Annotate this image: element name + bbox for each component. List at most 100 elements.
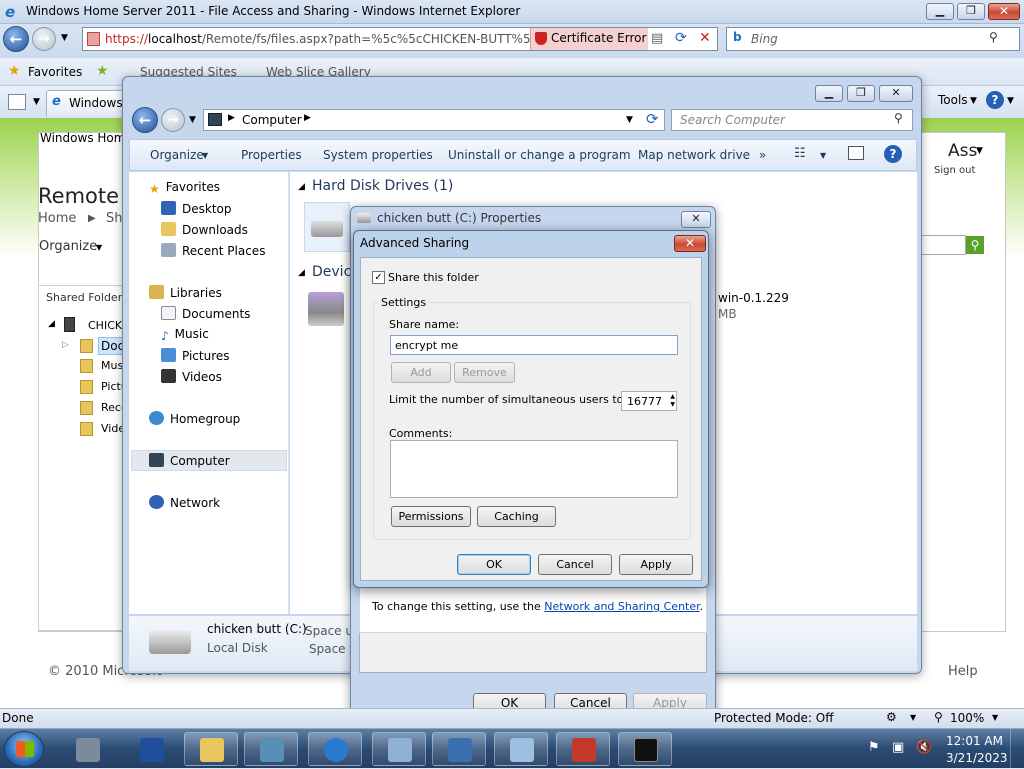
caching-button[interactable]: Caching [477,506,556,527]
nav-desktop[interactable]: Desktop [161,201,232,221]
advanced-ok-button[interactable]: OK [457,554,531,575]
action-center-flag-icon[interactable]: ⚑ [868,740,880,755]
breadcrumb-arrow-icon[interactable]: ▶ [304,113,311,123]
spinner-up-icon[interactable]: ▲ [670,393,675,401]
map-network-drive-button[interactable]: Map network drive [638,148,750,162]
nav-homegroup[interactable]: Homegroup [149,411,240,431]
drive-c-item[interactable] [304,202,350,252]
forward-icon[interactable]: → [32,27,56,51]
web-search-icon[interactable]: ⚲ [966,236,984,254]
breadcrumb-shared[interactable]: Sh [106,211,123,226]
nav-pictures[interactable]: Pictures [161,348,230,368]
taskbar-notepad[interactable] [494,732,548,766]
properties-close-button[interactable]: ✕ [681,211,711,228]
network-sharing-center-link[interactable]: Network and Sharing Center [544,600,699,613]
add-favorite-icon[interactable]: ★ [96,63,109,79]
ie-address-bar[interactable]: https://localhost/Remote/fs/files.aspx?p… [82,27,718,51]
tools-dropdown-icon[interactable]: ▼ [970,96,977,106]
quick-tabs-icon[interactable] [8,94,26,110]
explorer-search-icon[interactable]: ⚲ [894,111,903,125]
user-dropdown-icon[interactable]: ▼ [976,146,983,156]
network-tray-icon[interactable]: ▣ [892,740,904,755]
advanced-cancel-button[interactable]: Cancel [538,554,612,575]
history-dropdown-icon[interactable]: ▼ [61,33,68,43]
zoom-icon[interactable]: ⚲ [934,710,943,724]
favorites-star-icon[interactable]: ★ [8,63,21,79]
address-breadcrumb-computer[interactable]: Computer [242,113,302,127]
favorites-button[interactable]: Favorites [28,65,82,79]
change-view-icon[interactable]: ☷ [794,146,806,161]
spinner-down-icon[interactable]: ▼ [670,401,675,409]
taskbar-network-app[interactable] [432,732,486,766]
user-menu[interactable]: Ass [948,141,977,161]
nav-videos[interactable]: Videos [161,369,222,389]
remove-button[interactable]: Remove [454,362,515,383]
explorer-forward-icon[interactable]: → [161,108,185,132]
explorer-minimize-button[interactable]: ▁ [815,85,843,102]
security-dropdown-icon[interactable]: ▼ [910,713,916,722]
address-dropdown-icon[interactable]: ▼ [626,115,633,125]
properties-button[interactable]: Properties [241,148,302,162]
tree-collapse-icon[interactable]: ▷ [62,340,69,350]
start-button[interactable] [4,731,44,767]
taskbar-explorer[interactable] [184,732,238,766]
breadcrumb-arrow-icon[interactable]: ▶ [228,113,235,123]
web-search-field[interactable] [920,235,966,255]
bing-search-box[interactable]: b Bing ⚲ [726,27,1020,51]
share-folder-checkbox[interactable]: ✓ [372,271,385,284]
compatibility-icon[interactable]: ▤ [651,31,663,46]
refresh-icon[interactable]: ⟳ [675,30,687,46]
tree-item-music[interactable]: Mus [101,359,123,372]
nav-computer[interactable]: Computer [149,453,230,473]
explorer-address-bar[interactable]: ▶ Computer ▶ ▼ [203,109,665,131]
taskbar-server-manager[interactable] [60,732,114,766]
advanced-apply-button[interactable]: Apply [619,554,693,575]
share-folder-label[interactable]: Share this folder [388,271,479,284]
ie-close-button[interactable]: ✕ [988,3,1020,20]
nav-network[interactable]: Network [149,495,220,515]
organize-button[interactable]: Organize [150,148,204,162]
taskbar-powershell[interactable] [124,732,178,766]
preview-pane-icon[interactable] [848,146,864,160]
certificate-error-button[interactable]: Certificate Error [530,28,648,50]
share-name-input[interactable]: encrypt me [390,335,678,355]
breadcrumb-home[interactable]: Home [38,211,76,226]
clock-time[interactable]: 12:01 AM [946,734,1003,748]
taskbar-command-prompt[interactable] [618,732,672,766]
search-icon[interactable]: ⚲ [989,30,998,44]
nav-documents[interactable]: Documents [161,306,250,326]
explorer-refresh-icon[interactable]: ⟳ [646,110,659,128]
comments-textarea[interactable] [390,440,678,498]
system-properties-button[interactable]: System properties [323,148,433,162]
explorer-help-icon[interactable]: ? [884,145,902,163]
explorer-history-dropdown-icon[interactable]: ▼ [189,115,196,125]
user-limit-spinner[interactable]: 16777 ▲ ▼ [621,391,677,411]
taskbar-internet-explorer[interactable] [308,732,362,766]
nav-libraries[interactable]: Libraries [149,285,222,305]
nav-recent-places[interactable]: Recent Places [161,243,265,263]
ie-maximize-button[interactable]: ❐ [957,3,985,20]
section-collapse-icon[interactable]: ◢ [298,268,305,278]
browser-tab[interactable]: e Windows [46,90,126,116]
stop-icon[interactable]: ✕ [699,30,711,46]
device-name[interactable]: win-0.1.229 [718,291,789,305]
help-dropdown-icon[interactable]: ▼ [1007,96,1014,106]
organize-menu[interactable]: Organize [39,239,97,254]
taskbar-dashboard[interactable] [244,732,298,766]
add-button[interactable]: Add [391,362,451,383]
zoom-dropdown-icon[interactable]: ▼ [992,713,998,722]
ie-minimize-button[interactable]: ▁ [926,3,954,20]
tab-list-dropdown-icon[interactable]: ▼ [33,97,40,107]
explorer-back-icon[interactable]: ← [132,107,158,133]
back-icon[interactable]: ← [3,26,29,52]
help-icon[interactable]: ? [986,91,1004,109]
zoom-level[interactable]: 100% [950,711,984,725]
security-icon[interactable]: ⚙ [886,710,897,724]
view-dropdown-icon[interactable]: ▼ [820,151,826,160]
tools-menu[interactable]: Tools [938,93,968,107]
more-commands-button[interactable]: » [759,148,766,162]
advanced-close-button[interactable]: ✕ [674,235,706,252]
volume-muted-icon[interactable]: 🔇 [916,740,932,755]
explorer-maximize-button[interactable]: ❐ [847,85,875,102]
organize-dropdown-icon[interactable]: ▼ [96,243,102,252]
